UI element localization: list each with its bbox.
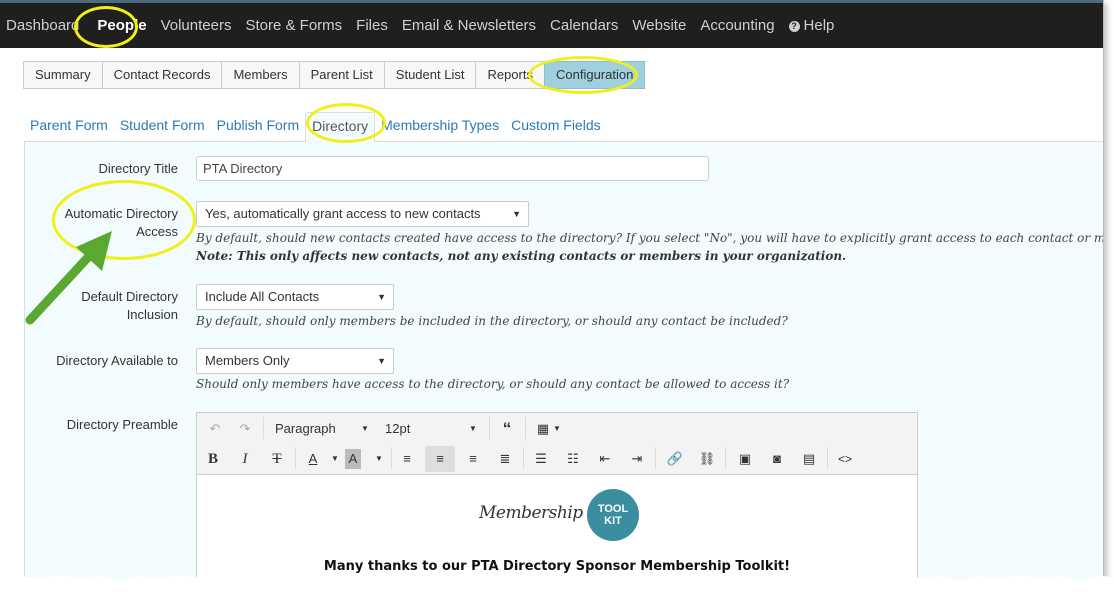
- logo-badge: TOOL KIT: [587, 489, 639, 541]
- subtab-reports[interactable]: Reports: [475, 61, 545, 89]
- auto-access-select[interactable]: Yes, automatically grant access to new c…: [196, 201, 529, 227]
- caret-down-icon[interactable]: ▼: [547, 419, 567, 439]
- preamble-editor: ↶ ↷ Paragraph ▼ 12pt ▼ “ ▦ ▼ B I T A ▼ A…: [196, 412, 918, 590]
- subtab-parent-list[interactable]: Parent List: [298, 61, 385, 89]
- default-inclusion-help: By default, should only members be inclu…: [196, 314, 788, 328]
- bold-icon[interactable]: B: [203, 449, 223, 469]
- nav-store-forms[interactable]: Store & Forms: [245, 17, 342, 34]
- tab-parent-form[interactable]: Parent Form: [24, 112, 114, 142]
- italic-icon[interactable]: I: [235, 449, 255, 469]
- auto-access-note: Note: This only affects new contacts, no…: [196, 249, 847, 263]
- chevron-down-icon: ▼: [377, 292, 386, 302]
- blockquote-icon[interactable]: “: [497, 419, 517, 439]
- tab-publish-form[interactable]: Publish Form: [211, 112, 305, 142]
- toolbar-divider: [655, 447, 656, 469]
- video-icon[interactable]: ▤: [799, 449, 819, 469]
- image-icon[interactable]: ▣: [735, 449, 755, 469]
- nav-calendars[interactable]: Calendars: [550, 17, 618, 34]
- tab-membership-types[interactable]: Membership Types: [375, 112, 505, 142]
- subtab-configuration[interactable]: Configuration: [543, 61, 646, 89]
- nav-help[interactable]: ? Help: [788, 17, 835, 34]
- directory-title-label: Directory Title: [98, 161, 178, 176]
- logo-badge-line2: KIT: [604, 515, 622, 527]
- nav-help-label: Help: [803, 17, 835, 34]
- toolbar-divider: [263, 417, 264, 439]
- caret-down-icon[interactable]: ▼: [355, 419, 375, 439]
- media-icon[interactable]: ◙: [767, 449, 787, 469]
- people-subtabs: Summary Contact Records Members Parent L…: [23, 61, 646, 89]
- undo-icon[interactable]: ↶: [205, 419, 225, 439]
- link-icon[interactable]: 🔗: [665, 449, 685, 469]
- annotation-arrow-icon: [25, 231, 112, 325]
- toolbar-divider: [489, 417, 490, 439]
- text-color-icon[interactable]: A: [303, 449, 323, 469]
- toolbar-divider: [827, 447, 828, 469]
- tab-student-form[interactable]: Student Form: [114, 112, 211, 142]
- available-to-value: Members Only: [205, 353, 290, 368]
- editor-content[interactable]: Membership TOOL KIT Many thanks to our P…: [197, 475, 917, 590]
- indent-icon[interactable]: ⇥: [627, 449, 647, 469]
- subtab-members[interactable]: Members: [221, 61, 300, 89]
- toolbar-divider: [523, 447, 524, 469]
- background-color-icon[interactable]: A: [345, 449, 361, 469]
- caret-down-icon[interactable]: ▼: [463, 419, 483, 439]
- logo-script-text: Membership: [479, 503, 583, 523]
- configuration-tabs: Parent Form Student Form Publish Form Di…: [24, 112, 1103, 143]
- align-center-icon[interactable]: ≡: [425, 446, 455, 472]
- align-left-icon[interactable]: ≡: [397, 449, 417, 469]
- available-to-help: Should only members have access to the d…: [196, 377, 790, 391]
- editor-toolbar: ↶ ↷ Paragraph ▼ 12pt ▼ “ ▦ ▼ B I T A ▼ A…: [197, 413, 917, 475]
- caret-down-icon[interactable]: ▼: [325, 449, 345, 469]
- sponsor-thanks-text: Many thanks to our PTA Directory Sponsor…: [323, 559, 791, 574]
- default-inclusion-select[interactable]: Include All Contacts ▼: [196, 284, 394, 310]
- subtab-contact-records[interactable]: Contact Records: [101, 61, 223, 89]
- align-justify-icon[interactable]: ≣: [495, 449, 515, 469]
- caret-down-icon[interactable]: ▼: [369, 449, 389, 469]
- toolbar-divider: [725, 447, 726, 469]
- available-to-select[interactable]: Members Only ▼: [196, 348, 394, 374]
- subtab-student-list[interactable]: Student List: [383, 61, 477, 89]
- font-size-select[interactable]: 12pt: [385, 421, 410, 436]
- nav-website[interactable]: Website: [632, 17, 686, 34]
- auto-access-help: By default, should new contacts created …: [196, 231, 1104, 245]
- chevron-down-icon: ▼: [512, 209, 521, 219]
- toolbar-divider: [525, 417, 526, 439]
- source-code-icon[interactable]: <>: [835, 449, 855, 469]
- membership-toolkit-logo: Membership TOOL KIT: [479, 487, 639, 543]
- available-to-label: Directory Available to: [56, 353, 178, 368]
- torn-edge: [0, 575, 1114, 599]
- nav-accounting[interactable]: Accounting: [700, 17, 774, 34]
- tab-custom-fields[interactable]: Custom Fields: [505, 112, 606, 142]
- top-navigation: Dashboard People Volunteers Store & Form…: [0, 0, 1103, 48]
- outdent-icon[interactable]: ⇤: [595, 449, 615, 469]
- tab-directory[interactable]: Directory: [305, 112, 376, 143]
- align-right-icon[interactable]: ≡: [463, 449, 483, 469]
- nav-email-newsletters[interactable]: Email & Newsletters: [402, 17, 536, 34]
- app-frame: Dashboard People Volunteers Store & Form…: [0, 0, 1104, 590]
- bullet-list-icon[interactable]: ☰: [531, 449, 551, 469]
- auto-access-label-line1: Automatic Directory: [64, 206, 178, 221]
- nav-files[interactable]: Files: [356, 17, 388, 34]
- directory-title-input[interactable]: PTA Directory: [196, 156, 709, 181]
- preamble-label: Directory Preamble: [66, 417, 178, 432]
- clear-format-icon[interactable]: T: [267, 449, 287, 469]
- logo-badge-line1: TOOL: [597, 503, 629, 515]
- auto-access-value: Yes, automatically grant access to new c…: [205, 206, 481, 221]
- toolbar-divider: [391, 447, 392, 469]
- question-circle-icon: ?: [788, 21, 800, 32]
- numbered-list-icon[interactable]: ☷: [563, 449, 583, 469]
- subtab-summary[interactable]: Summary: [23, 61, 103, 89]
- chevron-down-icon: ▼: [377, 356, 386, 366]
- default-inclusion-value: Include All Contacts: [205, 289, 320, 304]
- format-select[interactable]: Paragraph: [275, 421, 336, 436]
- nav-people[interactable]: People: [97, 17, 146, 34]
- toolbar-divider: [295, 447, 296, 469]
- nav-volunteers[interactable]: Volunteers: [161, 17, 232, 34]
- unlink-icon[interactable]: ⛓: [697, 449, 717, 469]
- redo-icon[interactable]: ↷: [235, 419, 255, 439]
- nav-dashboard[interactable]: Dashboard: [6, 17, 79, 34]
